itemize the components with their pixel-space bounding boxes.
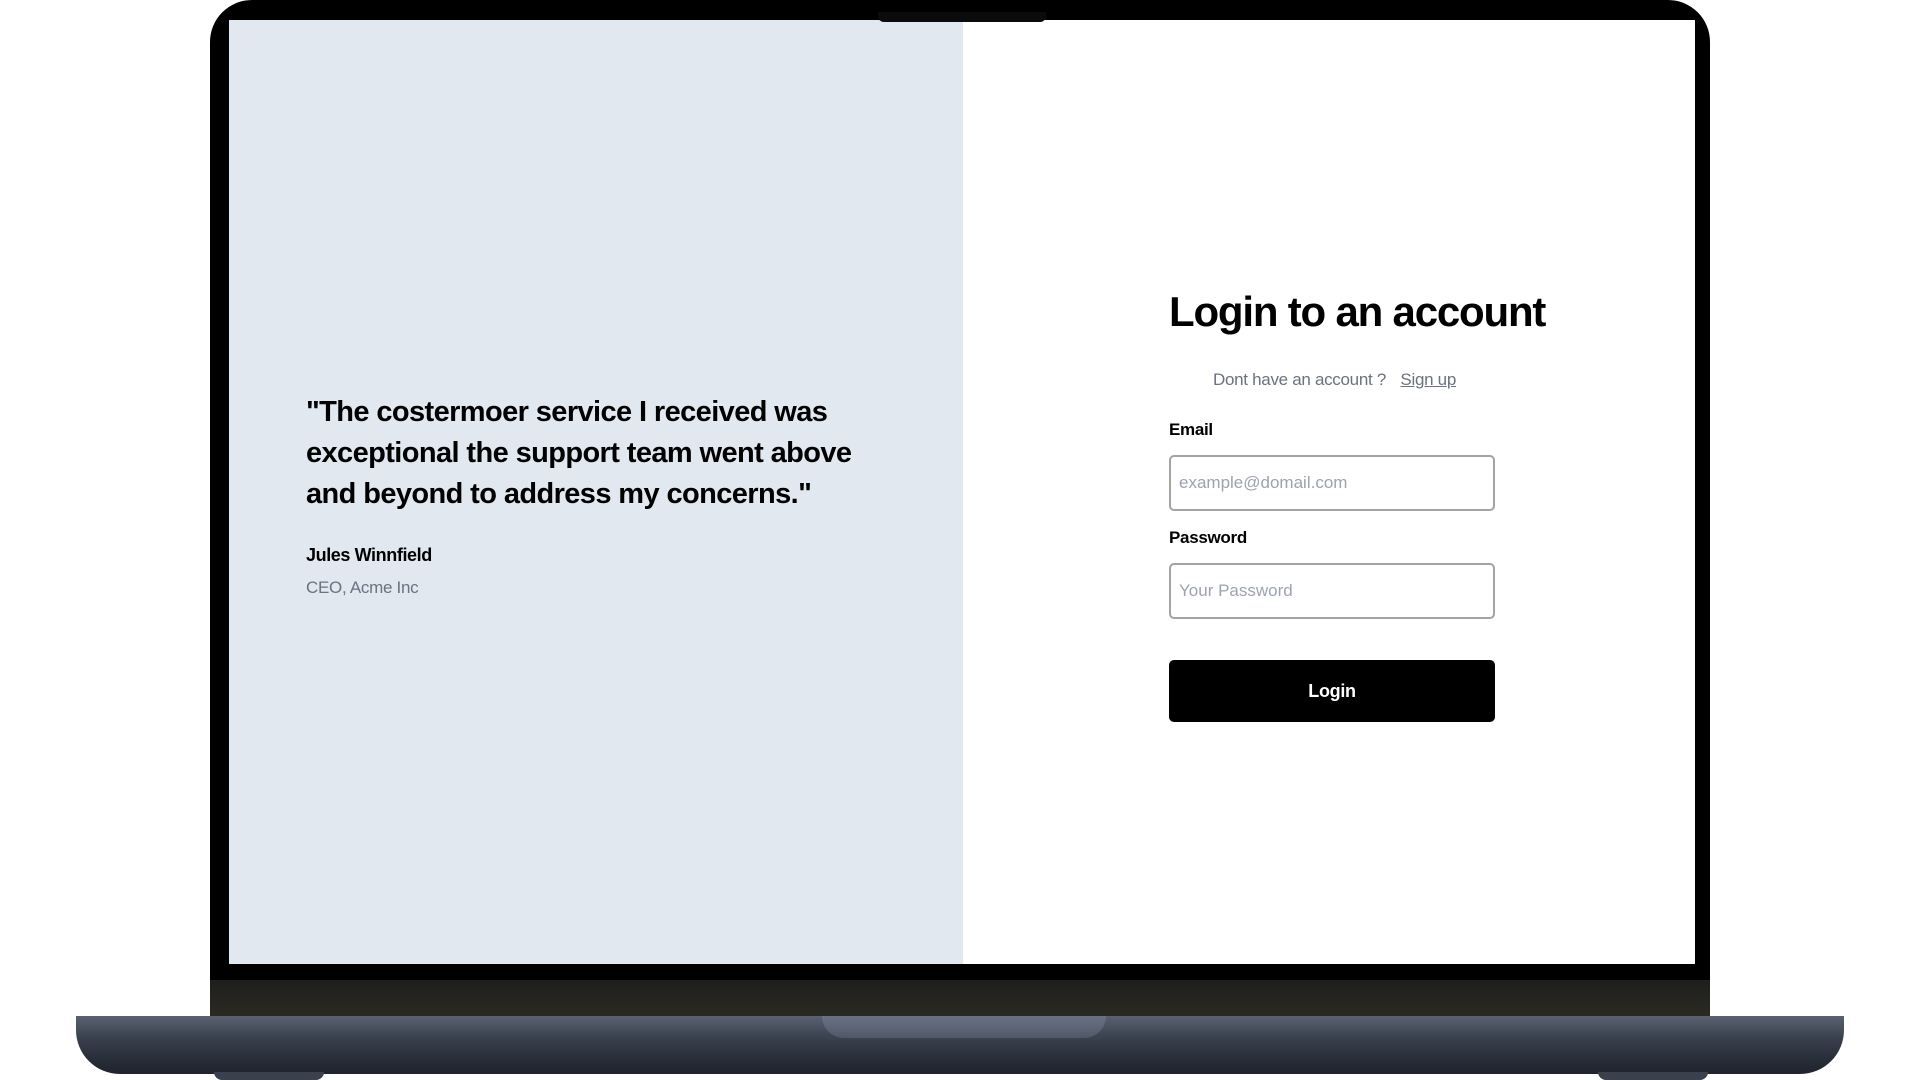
- laptop-foot-left: [214, 1072, 324, 1080]
- laptop-foot-right: [1598, 1072, 1708, 1080]
- login-button[interactable]: Login: [1169, 660, 1495, 722]
- signup-link[interactable]: Sign up: [1400, 370, 1456, 389]
- camera-notch: [878, 12, 1046, 22]
- testimonial-role: CEO, Acme Inc: [306, 578, 419, 597]
- password-field[interactable]: [1169, 563, 1495, 619]
- laptop-screen: "The costermoer service I received was e…: [229, 20, 1695, 964]
- email-label: Email: [1169, 420, 1213, 439]
- testimonial-panel: "The costermoer service I received was e…: [229, 20, 963, 964]
- laptop-hinge: [210, 980, 1710, 1018]
- email-field[interactable]: [1169, 455, 1495, 511]
- signup-prompt-text: Dont have an account ?: [1213, 370, 1386, 389]
- testimonial-quote: "The costermoer service I received was e…: [306, 396, 852, 510]
- testimonial-author: Jules Winnfield: [306, 545, 432, 565]
- signup-prompt-line: Dont have an account ? Sign up: [1213, 370, 1456, 390]
- laptop-base-notch: [822, 1016, 1106, 1038]
- laptop-mockup: "The costermoer service I received was e…: [0, 0, 1920, 1080]
- page-title: Login to an account: [1169, 288, 1546, 335]
- login-panel: Login to an account Dont have an account…: [963, 20, 1695, 964]
- password-label: Password: [1169, 528, 1247, 547]
